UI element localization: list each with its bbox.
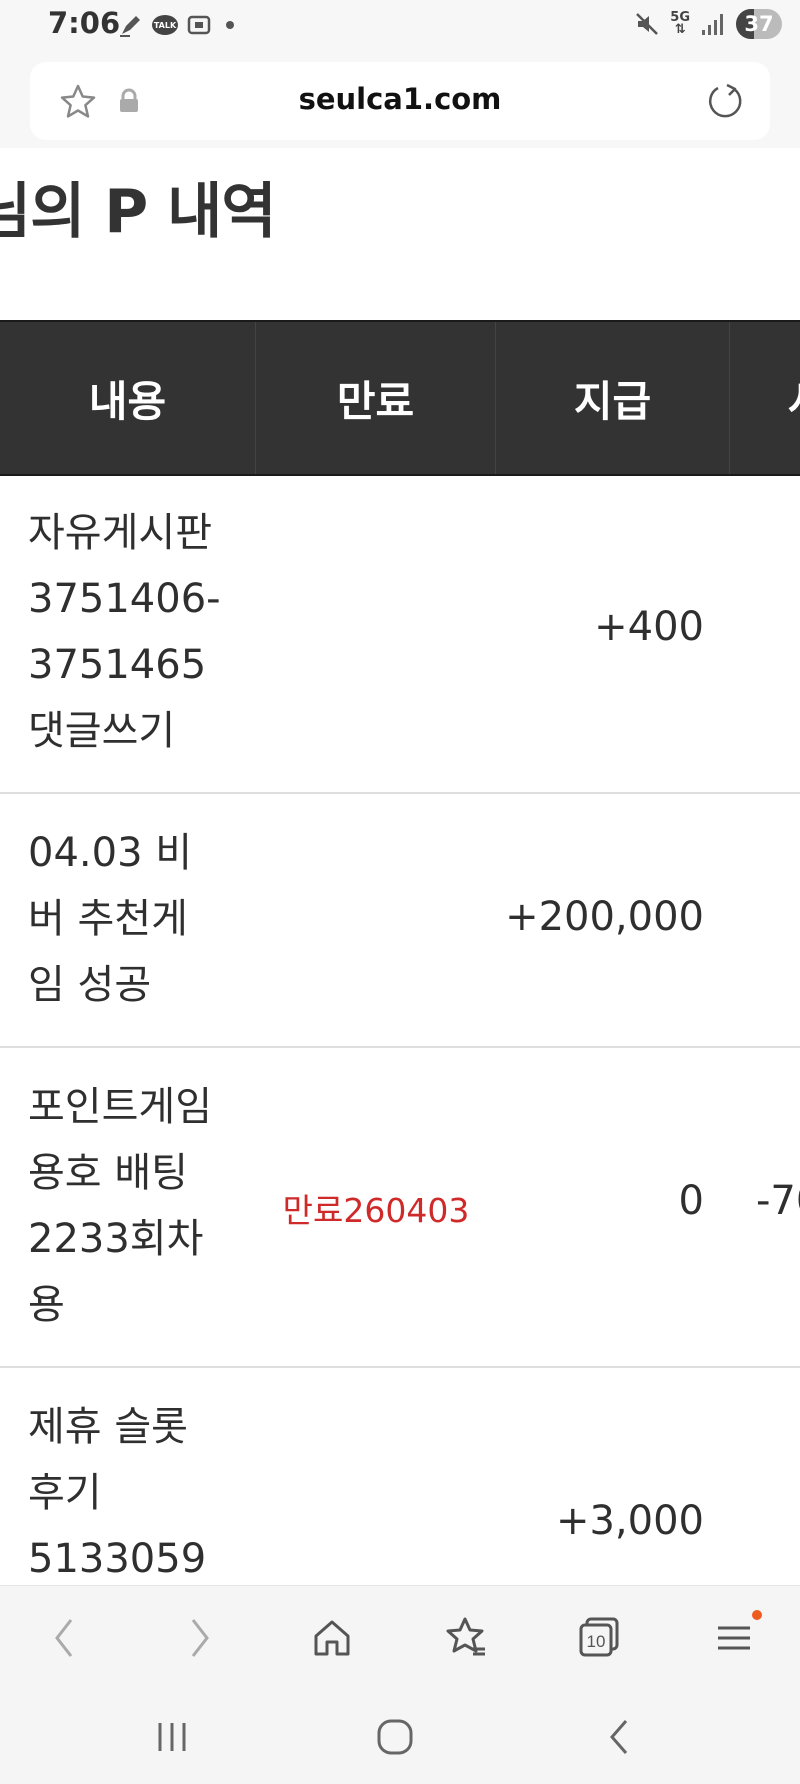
row-content: 자유게시판 3751406- 3751465 댓글쓰기 [28, 510, 221, 754]
forward-button[interactable] [170, 1608, 230, 1668]
page-title: 님의 P 내역 [0, 177, 277, 247]
row-paid: 0 [678, 1178, 704, 1224]
tabs-count: 10 [587, 1632, 606, 1651]
url-text[interactable]: seulca1.com [30, 82, 770, 116]
back-button[interactable] [34, 1608, 94, 1668]
browser-bottom-bar: 10 [0, 1585, 800, 1690]
talk-notification-icon: TALK [152, 15, 178, 35]
status-time: 7:06 [48, 6, 121, 40]
address-bar[interactable]: seulca1.com [30, 62, 770, 140]
table-row: 포인트게임 용호 배팅 2233회차 용 만료260403 0 -70 [0, 1048, 800, 1368]
tabs-button[interactable]: 10 [570, 1608, 630, 1668]
row-paid: +200,000 [505, 894, 704, 940]
recent-apps-icon [158, 1723, 186, 1751]
signal-icon [702, 14, 723, 35]
column-header-content: 내용 [0, 322, 256, 474]
row-paid: +3,000 [555, 1498, 704, 1544]
status-bar: 7:06 TALK 5G ⇅ 37 [0, 0, 800, 50]
table-row: 제휴 슬롯 후기 5133059 +3,000 [0, 1368, 800, 1585]
row-content: 포인트게임 용호 배팅 2233회차 용 [28, 1084, 212, 1328]
menu-notification-dot [752, 1610, 762, 1620]
recent-apps-button[interactable] [142, 1707, 202, 1767]
back-arrow-icon [610, 1720, 628, 1754]
table-row: 자유게시판 3751406- 3751465 댓글쓰기 +400 [0, 474, 800, 794]
row-used: -70 [756, 1178, 800, 1224]
tabs-icon: 10 [579, 1617, 619, 1657]
column-header-expire: 만료 [256, 322, 496, 474]
system-navigation-bar [0, 1689, 800, 1784]
bookmarks-star-icon [446, 1617, 485, 1656]
more-notifications-dot [226, 21, 234, 29]
battery-indicator: 37 [736, 9, 782, 39]
system-icons: 5G ⇅ 37 [634, 6, 782, 42]
table-row: 04.03 비 버 추천게 임 성공 +200,000 [0, 794, 800, 1048]
back-system-button[interactable] [590, 1707, 650, 1767]
home-button[interactable] [302, 1608, 362, 1668]
chevron-left-icon [55, 1619, 73, 1657]
column-header-paid: 지급 [496, 322, 730, 474]
mute-icon [636, 13, 659, 35]
bookmarks-button[interactable] [436, 1608, 496, 1668]
home-system-button[interactable] [365, 1707, 425, 1767]
row-content: 제휴 슬롯 후기 5133059 [28, 1404, 207, 1582]
row-content: 04.03 비 버 추천게 임 성공 [28, 830, 193, 1008]
browser-toolbar: seulca1.com [0, 50, 800, 148]
chevron-right-icon [191, 1619, 209, 1657]
screenshot-notification-icon [187, 15, 211, 35]
table-header: 내용 만료 지급 사 [0, 320, 800, 476]
home-circle-icon [377, 1719, 413, 1755]
network-type: 5G ⇅ [670, 10, 690, 37]
column-header-used: 사 [730, 322, 800, 474]
pen-notification-icon [120, 16, 140, 37]
reload-icon[interactable] [704, 80, 746, 122]
hamburger-menu-icon [718, 1626, 750, 1650]
row-paid: +400 [594, 604, 704, 650]
notification-icons: TALK [118, 10, 234, 40]
row-expire: 만료260403 [282, 1191, 470, 1230]
menu-button[interactable] [704, 1608, 764, 1668]
home-icon [314, 1620, 350, 1656]
